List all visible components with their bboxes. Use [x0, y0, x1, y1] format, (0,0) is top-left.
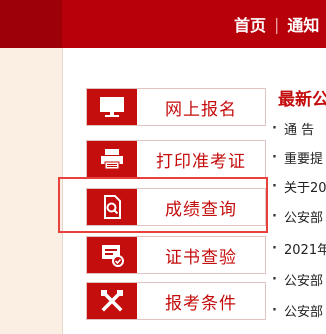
bullet-icon: · — [272, 302, 277, 318]
nav-notice-link[interactable]: 通知 — [287, 12, 319, 36]
news-item-text: 关于20 — [284, 180, 326, 196]
bullet-icon: · — [272, 240, 277, 256]
certificate-check-icon — [87, 237, 137, 273]
printer-icon — [87, 141, 137, 177]
monitor-icon — [87, 89, 137, 125]
bullet-icon: · — [272, 271, 277, 287]
menu-item-print-admission-ticket[interactable]: 打印准考证 — [86, 140, 266, 178]
news-item[interactable]: · 重要提 — [272, 147, 323, 167]
menu-item-online-registration[interactable]: 网上报名 — [86, 88, 266, 126]
news-item[interactable]: · 关于20 — [272, 176, 326, 196]
menu-item-label: 网上报名 — [165, 99, 237, 120]
news-item[interactable]: · 公安部 — [272, 300, 323, 320]
news-section-title: 最新公 — [278, 90, 326, 110]
nav-separator: | — [274, 14, 280, 34]
news-item[interactable]: · 公安部 — [272, 269, 323, 289]
menu-item-label: 报考条件 — [165, 293, 237, 314]
menu-item-label: 证书查验 — [165, 247, 237, 268]
main-nav: 首页 | 通知 — [234, 10, 319, 38]
menu-item-label: 打印准考证 — [156, 151, 246, 172]
news-item-text: 通 告 — [284, 122, 315, 138]
news-item[interactable]: · 公安部 — [272, 206, 323, 226]
news-item[interactable]: · 通 告 — [272, 118, 314, 138]
news-item-text: 公安部 — [284, 273, 324, 289]
nav-home-link[interactable]: 首页 — [234, 12, 266, 36]
news-item-text: 公安部 — [284, 304, 324, 320]
news-item-text: 公安部 — [284, 210, 324, 226]
news-item-text: 2021年 — [284, 242, 326, 258]
tools-icon — [87, 283, 137, 319]
news-item-text: 重要提 — [284, 151, 324, 167]
bullet-icon: · — [272, 208, 277, 224]
content-left-border — [62, 48, 63, 334]
header-left-block — [0, 0, 62, 48]
bullet-icon: · — [272, 178, 277, 194]
menu-item-exam-requirements[interactable]: 报考条件 — [86, 282, 266, 320]
menu-item-certificate-verification[interactable]: 证书查验 — [86, 236, 266, 274]
bullet-icon: · — [272, 120, 277, 136]
bullet-icon: · — [272, 149, 277, 165]
menu-item-label: 成绩查询 — [165, 199, 237, 220]
document-search-icon — [87, 189, 137, 225]
news-item[interactable]: · 2021年 — [272, 238, 326, 258]
top-header-bar: 首页 | 通知 — [0, 0, 326, 48]
menu-item-score-query[interactable]: 成绩查询 — [86, 188, 266, 226]
